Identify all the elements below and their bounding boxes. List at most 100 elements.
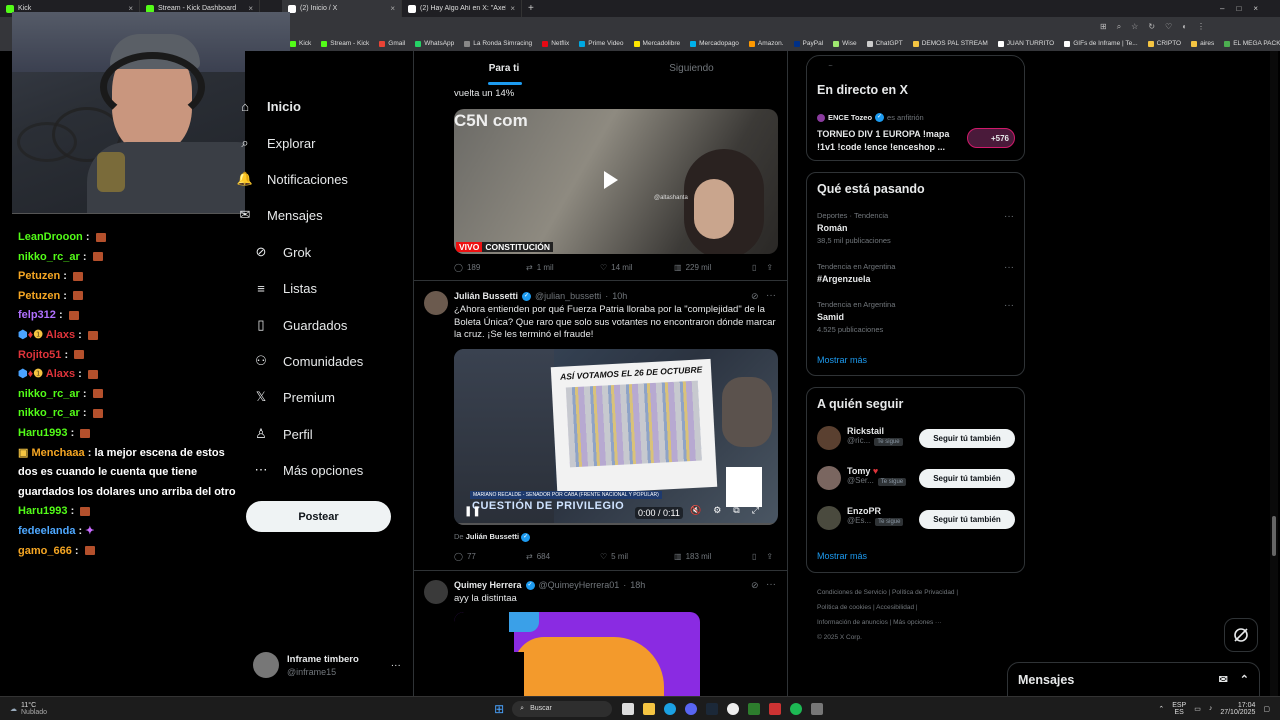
bookmark-icon[interactable]: ▯ <box>752 552 756 561</box>
trend-item[interactable]: Deportes · Tendencia Román 38,5 mil public… <box>817 211 891 245</box>
share-icon[interactable]: ⇪ <box>766 263 773 272</box>
like-button[interactable]: ♡ 14 mil <box>600 263 674 272</box>
nav-item-mensajes[interactable]: ✉ Mensajes <box>237 207 323 223</box>
live-stream-title[interactable]: TORNEO DIV 1 EUROPA !mapa !1v1 !code !en… <box>817 128 962 154</box>
follow-suggestion[interactable]: Tomy ♥ @Ser... Te sigue <box>817 466 907 490</box>
tab-para-ti[interactable]: Para ti <box>414 51 594 85</box>
tab-siguiendo[interactable]: Siguiendo <box>604 51 779 85</box>
tab-x-post[interactable]: (2) Hay Algo Ahí en X: "Axel está× <box>402 0 522 17</box>
tweet-time[interactable]: 18h <box>630 580 645 590</box>
windows-start-icon[interactable]: ⊞ <box>494 702 504 716</box>
bookmark-item[interactable]: Prime Video <box>579 40 624 47</box>
chat-username[interactable]: fedeelanda <box>18 525 75 537</box>
more-icon[interactable]: ··· <box>1004 262 1014 273</box>
bookmark-item[interactable]: DEMOS PAL STREAM <box>912 40 988 47</box>
nav-item-guardados[interactable]: ▯ Guardados <box>253 317 347 333</box>
nav-item-listas[interactable]: ≡ Listas <box>253 280 317 296</box>
bookmark-item[interactable]: JUAN TURRITO <box>997 40 1054 47</box>
new-message-icon[interactable]: ✉ <box>1219 673 1228 686</box>
more-icon[interactable]: ··· <box>1004 300 1014 311</box>
chat-username[interactable]: nikko_rc_ar <box>18 407 80 419</box>
close-icon[interactable]: × <box>510 4 515 13</box>
avatar[interactable] <box>424 291 448 315</box>
share-icon[interactable]: ⇪ <box>766 552 773 561</box>
nav-item-m-s-opciones[interactable]: ⋯ Más opciones <box>253 462 364 478</box>
footer-link[interactable]: Información de anuncios <box>817 619 888 626</box>
post-button[interactable]: Postear <box>246 501 391 532</box>
scrollbar[interactable] <box>1270 51 1278 696</box>
show-more-link[interactable]: Mostrar más <box>817 551 867 561</box>
follow-button[interactable]: Seguir tú también <box>919 429 1015 448</box>
account-switcher[interactable]: Inframe timbero @inframe15 ··· <box>253 652 401 678</box>
footer-link[interactable]: Política de cookies <box>817 604 871 611</box>
nav-item-comunidades[interactable]: ⚇ Comunidades <box>253 353 363 369</box>
tweet-time[interactable]: 10h <box>612 291 627 301</box>
trend-item[interactable]: Tendencia en Argentina Samid 4.525 publica… <box>817 300 895 334</box>
bookmark-item[interactable]: Amazon. <box>748 40 784 47</box>
weather-widget[interactable]: ☁ 11°C Nublado <box>10 702 47 716</box>
play-icon[interactable] <box>604 171 618 189</box>
follow-suggestion[interactable]: EnzoPR @Es... Te sigue <box>817 506 904 530</box>
avatar[interactable] <box>424 580 448 604</box>
bookmark-item[interactable]: Netflix <box>542 40 569 47</box>
repost-button[interactable]: ⇄ 684 <box>526 552 600 561</box>
tweet-image[interactable] <box>454 612 700 696</box>
reply-button[interactable]: ◯ 189 <box>454 263 526 272</box>
grok-icon[interactable] <box>1224 618 1258 652</box>
bookmark-item[interactable]: GIFs de Inframe | Te... <box>1064 40 1138 47</box>
grok-icon[interactable]: ⊘ <box>751 291 759 302</box>
nav-item-grok[interactable]: ⊘ Grok <box>253 244 312 260</box>
tab-x-inicio[interactable]: (2) Inicio / X × <box>282 0 402 17</box>
nav-item-notificaciones[interactable]: 🔔 Notificaciones <box>237 171 348 187</box>
system-tray[interactable]: ⌃ ESP ES ▭ ♪ 17:04 27/10/2025 ▢ <box>1158 702 1270 716</box>
nav-item-explorar[interactable]: ⌕ Explorar <box>237 135 315 151</box>
taskbar-apps[interactable] <box>622 702 824 715</box>
bookmark-item[interactable]: WhatsApp <box>415 40 454 47</box>
follow-button[interactable]: Seguir tú también <box>919 510 1015 529</box>
close-icon[interactable]: × <box>390 4 395 13</box>
author-name[interactable]: Julián Bussetti <box>454 291 518 301</box>
expand-icon[interactable]: ⌃ <box>1240 673 1249 686</box>
bookmark-item[interactable]: Wise <box>833 40 857 47</box>
bookmark-item[interactable]: Kick <box>290 40 311 47</box>
bookmark-item[interactable]: EL MEGA PACK PAP... <box>1224 40 1280 47</box>
chat-username[interactable]: Rojito51 <box>18 349 61 361</box>
live-listeners-badge[interactable]: +576 <box>967 128 1015 148</box>
like-button[interactable]: ♡ 5 mil <box>600 552 674 561</box>
more-icon[interactable]: ··· <box>1004 211 1014 222</box>
follow-button[interactable]: Seguir tú también <box>919 469 1015 488</box>
footer-link[interactable]: Más opciones ··· <box>893 619 941 626</box>
chat-username[interactable]: nikko_rc_ar <box>18 388 80 400</box>
chat-username[interactable]: Petuzen <box>18 290 60 302</box>
views-button[interactable]: ▥ 183 mil <box>674 552 752 561</box>
toolbar-icons[interactable]: ⊞⌕☆↻♡◐⋮ <box>1100 22 1215 32</box>
bookmark-item[interactable]: CRIPTO <box>1147 40 1181 47</box>
author-name[interactable]: Quimey Herrera <box>454 580 522 590</box>
chat-username[interactable]: nikko_rc_ar <box>18 251 80 263</box>
repost-button[interactable]: ⇄ 1 mil <box>526 263 600 272</box>
bookmark-item[interactable]: La Ronda Simracing <box>464 40 532 47</box>
chat-username[interactable]: gamo_666 <box>18 545 72 557</box>
trend-item[interactable]: Tendencia en Argentina #Argenzuela <box>817 262 895 284</box>
nav-item-perfil[interactable]: ♙ Perfil <box>253 426 312 442</box>
live-host[interactable]: ENCE Tozeo ✓ es anfitrión <box>817 113 924 122</box>
bookmark-item[interactable]: ChatGPT <box>866 40 903 47</box>
views-button[interactable]: ▥ 229 mil <box>674 263 752 272</box>
grok-icon[interactable]: ⊘ <box>751 580 759 591</box>
nav-item-premium[interactable]: 𝕏 Premium <box>253 389 335 405</box>
tweet-video[interactable]: C5N com @altashanta VIVO CONSTITUCIÓN <box>454 109 778 254</box>
messages-drawer[interactable]: Mensajes ✉ ⌃ <box>1007 662 1260 696</box>
bookmark-item[interactable]: Gmail <box>379 40 405 47</box>
window-controls[interactable]: –□× <box>1220 4 1270 13</box>
bookmark-item[interactable]: Stream - Kick <box>321 40 369 47</box>
video-controls[interactable]: 🔇⚙⧉⤢ <box>690 505 771 516</box>
more-icon[interactable]: ··· <box>766 579 776 590</box>
nav-item-inicio[interactable]: ⌂ Inicio <box>237 98 301 114</box>
chat-username[interactable]: Haru1993 <box>18 505 68 517</box>
new-tab-icon[interactable]: + <box>528 3 534 14</box>
chat-username[interactable]: Menchaaa <box>31 447 84 459</box>
tweet-video[interactable]: ASÍ VOTAMOS EL 26 DE OCTUBRE MARIANO REC… <box>454 349 778 525</box>
more-icon[interactable]: ··· <box>766 290 776 301</box>
follow-suggestion[interactable]: Rickstail @ric... Te sigue <box>817 426 903 450</box>
bookmark-item[interactable]: aires <box>1191 40 1214 47</box>
